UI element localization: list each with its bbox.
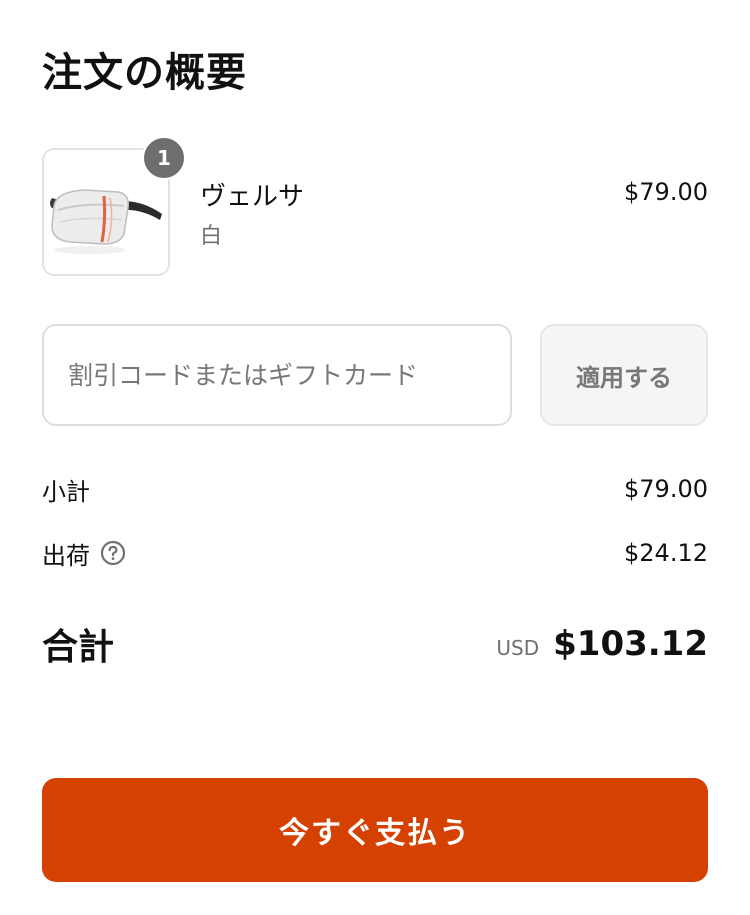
shipping-label-group: 出荷 — [42, 536, 126, 571]
question-circle-icon[interactable] — [100, 540, 126, 566]
total-value: $103.12 — [553, 624, 708, 664]
shipping-row: 出荷 $24.12 — [42, 536, 708, 570]
page-title: 注文の概要 — [42, 50, 247, 96]
item-price: $79.00 — [624, 178, 708, 206]
quantity-badge: 1 — [142, 136, 186, 180]
apply-discount-button[interactable]: 適用する — [540, 324, 708, 426]
total-amount-group: USD $103.12 — [496, 624, 708, 664]
currency-code: USD — [496, 636, 540, 660]
subtotal-row: 小計 $79.00 — [42, 472, 708, 506]
line-item: 1 ヴェルサ 白 $79.00 — [42, 136, 708, 276]
item-name: ヴェルサ — [200, 182, 305, 212]
pay-now-button[interactable]: 今すぐ支払う — [42, 778, 708, 882]
shipping-label: 出荷 — [42, 541, 90, 570]
subtotal-label: 小計 — [42, 477, 90, 506]
total-row: 合計 USD $103.12 — [42, 618, 708, 670]
discount-code-input[interactable] — [42, 324, 512, 426]
product-thumbnail: 1 — [42, 136, 186, 276]
total-label: 合計 — [42, 627, 115, 668]
item-variant: 白 — [200, 224, 223, 249]
subtotal-value: $79.00 — [624, 475, 708, 503]
shipping-value: $24.12 — [624, 539, 708, 567]
